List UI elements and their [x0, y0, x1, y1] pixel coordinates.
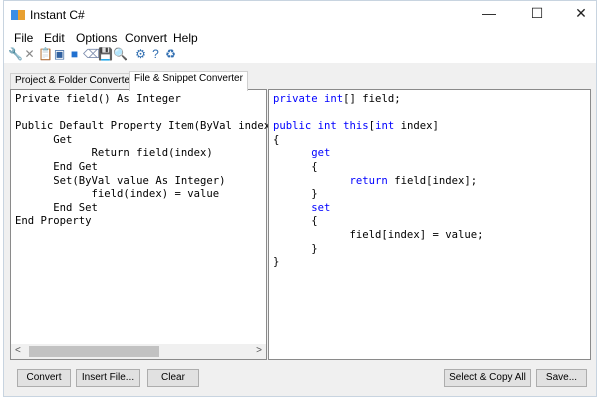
menu-edit[interactable]: Edit — [44, 31, 65, 45]
source-editor[interactable]: Private field() As Integer Public Defaul… — [10, 89, 270, 360]
convert-button[interactable]: Convert — [17, 369, 71, 387]
code-keyword: private int — [273, 93, 344, 105]
wrench-icon[interactable]: 🔧 — [8, 48, 23, 61]
delete-icon[interactable]: ✕ — [23, 48, 36, 61]
code-keyword: public int this — [273, 120, 369, 133]
menu-bar: File Edit Options Convert Help — [4, 29, 596, 47]
square-icon[interactable]: ■ — [68, 48, 81, 61]
code-text: { field[index] = value; } } — [273, 215, 484, 269]
menu-options[interactable]: Options — [76, 31, 117, 45]
maximize-button[interactable]: ☐ — [522, 5, 552, 22]
code-text: { — [311, 160, 318, 173]
source-code[interactable]: Private field() As Integer Public Defaul… — [15, 93, 270, 229]
title-bar: Instant C# — ☐ ✕ — [4, 1, 596, 29]
find-icon[interactable]: 🔍 — [113, 48, 128, 61]
code-keyword: return — [349, 174, 388, 187]
horizontal-scrollbar[interactable]: < > — [11, 344, 266, 359]
minimize-button[interactable]: — — [474, 5, 504, 21]
scroll-left-icon[interactable]: < — [15, 345, 21, 356]
scrollbar-thumb[interactable] — [29, 346, 159, 357]
code-keyword: get — [311, 147, 331, 160]
main-window: Instant C# — ☐ ✕ File Edit Options Conve… — [3, 0, 597, 397]
window-title: Instant C# — [30, 8, 85, 22]
code-text: [] field; — [343, 93, 401, 105]
code-keyword: int — [375, 120, 395, 133]
output-editor[interactable]: private int[] field; public int this[int… — [268, 89, 591, 360]
menu-file[interactable]: File — [14, 31, 33, 45]
paste-icon[interactable]: 📋 — [38, 48, 53, 61]
toolbar: 🔧 ✕ 📋 ▣ ■ ⌫ 💾 🔍 ⚙? ♻ — [4, 47, 596, 63]
menu-help[interactable]: Help — [173, 31, 198, 45]
eraser-icon[interactable]: ⌫ — [83, 48, 100, 61]
app-icon — [11, 10, 25, 20]
help-icon[interactable]: ? — [149, 48, 162, 61]
window-icon[interactable]: ▣ — [53, 48, 66, 61]
tab-file-snippet-converter[interactable]: File & Snippet Converter — [129, 71, 248, 91]
insert-file-button[interactable]: Insert File... — [76, 369, 140, 387]
select-copy-all-button[interactable]: Select & Copy All — [444, 369, 531, 387]
code-keyword: set — [311, 201, 331, 214]
save-icon[interactable]: 💾 — [98, 48, 113, 61]
refresh-icon[interactable]: ♻ — [164, 48, 177, 61]
menu-convert[interactable]: Convert — [125, 31, 167, 45]
save-button[interactable]: Save... — [536, 369, 587, 387]
settings-icon[interactable]: ⚙ — [134, 48, 147, 61]
scroll-right-icon[interactable]: > — [256, 345, 262, 356]
close-button[interactable]: ✕ — [566, 5, 596, 22]
output-code[interactable]: private int[] field; public int this[int… — [273, 93, 483, 270]
clear-button[interactable]: Clear — [147, 369, 199, 387]
